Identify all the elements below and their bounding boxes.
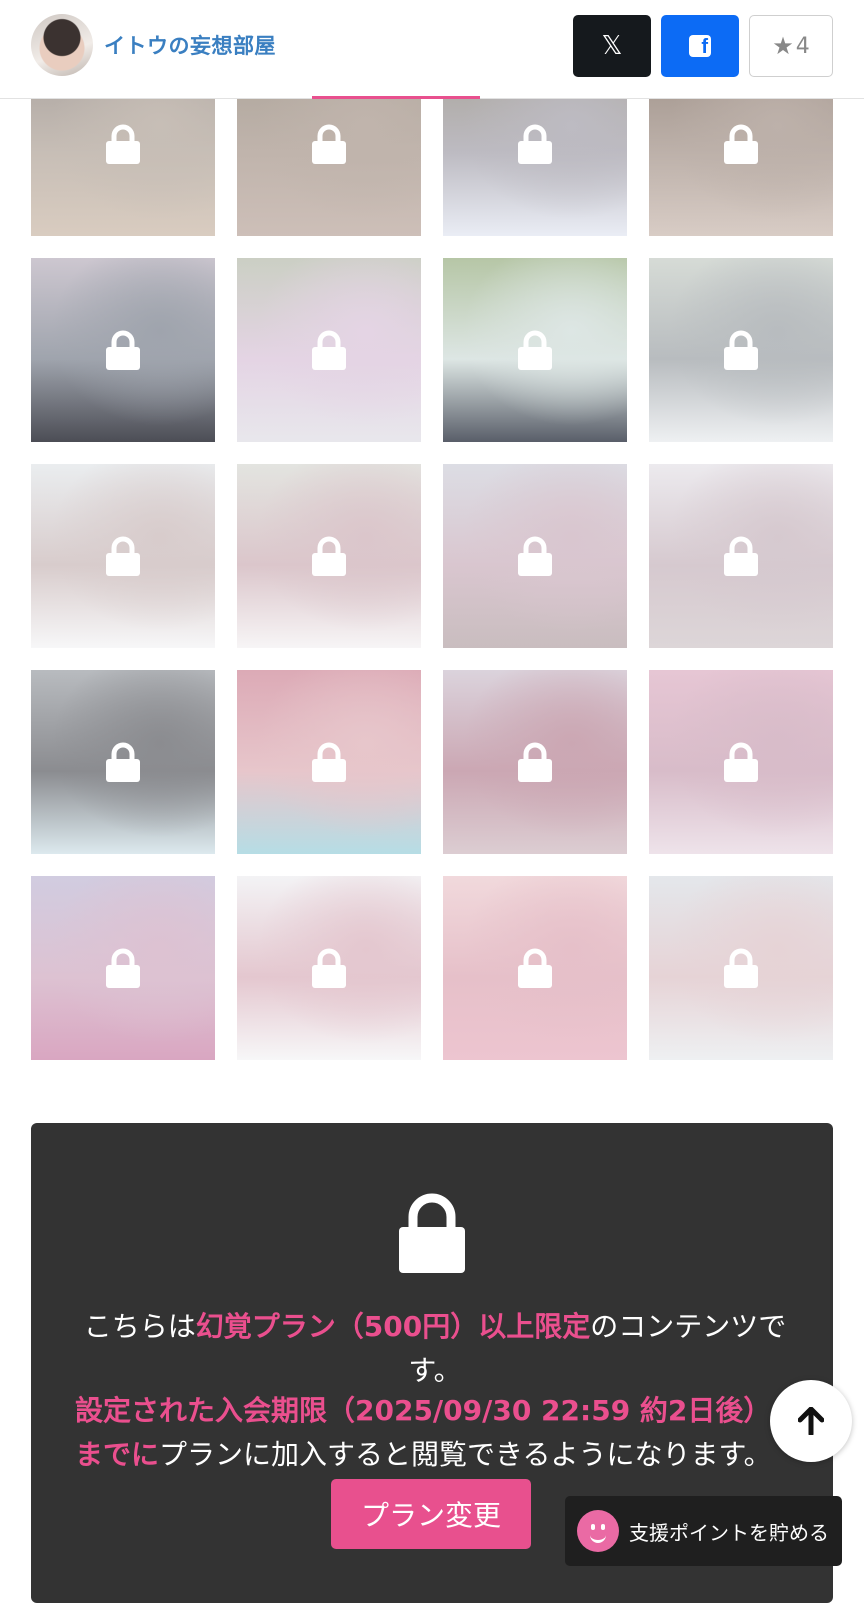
- locked-image-tile[interactable]: [237, 670, 421, 854]
- lock-icon: [518, 948, 552, 988]
- lock-icon: [399, 1193, 465, 1273]
- locked-image-tile[interactable]: [31, 876, 215, 1060]
- lock-icon: [106, 536, 140, 576]
- facebook-icon: f: [689, 35, 711, 57]
- favorite-button[interactable]: ★ 4: [749, 15, 833, 77]
- locked-image-tile[interactable]: [237, 464, 421, 648]
- lock-icon: [106, 124, 140, 164]
- plan-restriction-text: こちらは幻覚プラン（500円）以上限定のコンテンツです。: [83, 1310, 787, 1387]
- locked-image-tile[interactable]: [31, 464, 215, 648]
- lock-icon: [518, 742, 552, 782]
- locked-image-tile[interactable]: [443, 670, 627, 854]
- locked-image-tile[interactable]: [649, 464, 833, 648]
- lock-icon: [312, 536, 346, 576]
- share-x-button[interactable]: 𝕏: [573, 15, 651, 77]
- locked-image-tile[interactable]: [443, 258, 627, 442]
- lock-icon: [312, 124, 346, 164]
- lock-icon: [106, 742, 140, 782]
- star-icon: ★: [772, 32, 794, 60]
- lock-icon: [724, 124, 758, 164]
- locked-image-tile[interactable]: [649, 258, 833, 442]
- support-points-button[interactable]: 支援ポイントを貯める: [565, 1496, 842, 1566]
- arrow-up-icon: [798, 1407, 824, 1435]
- plan-change-button[interactable]: プラン変更: [331, 1479, 531, 1549]
- locked-image-tile[interactable]: [443, 876, 627, 1060]
- locked-image-tile[interactable]: [237, 258, 421, 442]
- creator-avatar[interactable]: [31, 14, 93, 76]
- lock-icon: [106, 330, 140, 370]
- locked-image-tile[interactable]: [649, 876, 833, 1060]
- lock-icon: [724, 330, 758, 370]
- lock-icon: [518, 124, 552, 164]
- x-icon: 𝕏: [601, 31, 623, 61]
- lock-icon: [518, 536, 552, 576]
- lock-icon: [518, 330, 552, 370]
- locked-image-tile[interactable]: [237, 876, 421, 1060]
- locked-image-tile[interactable]: [31, 258, 215, 442]
- lock-icon: [106, 948, 140, 988]
- deadline-text: 設定された入会期限（2025/09/30 22:59 約2日後）までにプランに加…: [75, 1394, 772, 1471]
- locked-image-tile[interactable]: [443, 464, 627, 648]
- creator-header: イトウの妄想部屋 𝕏 f ★ 4: [0, 0, 864, 99]
- locked-image-tile[interactable]: [31, 670, 215, 854]
- scroll-to-top-button[interactable]: [770, 1380, 852, 1462]
- lock-icon: [312, 330, 346, 370]
- lock-icon: [312, 948, 346, 988]
- support-points-label: 支援ポイントを貯める: [629, 1520, 829, 1545]
- lock-icon: [724, 742, 758, 782]
- creator-name[interactable]: イトウの妄想部屋: [104, 30, 276, 60]
- lock-icon: [724, 948, 758, 988]
- favorite-count: 4: [795, 33, 810, 59]
- share-facebook-button[interactable]: f: [661, 15, 739, 77]
- smile-icon: [577, 1510, 619, 1552]
- plan-name: 幻覚プラン（500円）以上限定: [195, 1310, 591, 1343]
- lock-icon: [724, 536, 758, 576]
- lock-icon: [312, 742, 346, 782]
- active-tab-indicator: [312, 96, 480, 99]
- locked-image-tile[interactable]: [649, 670, 833, 854]
